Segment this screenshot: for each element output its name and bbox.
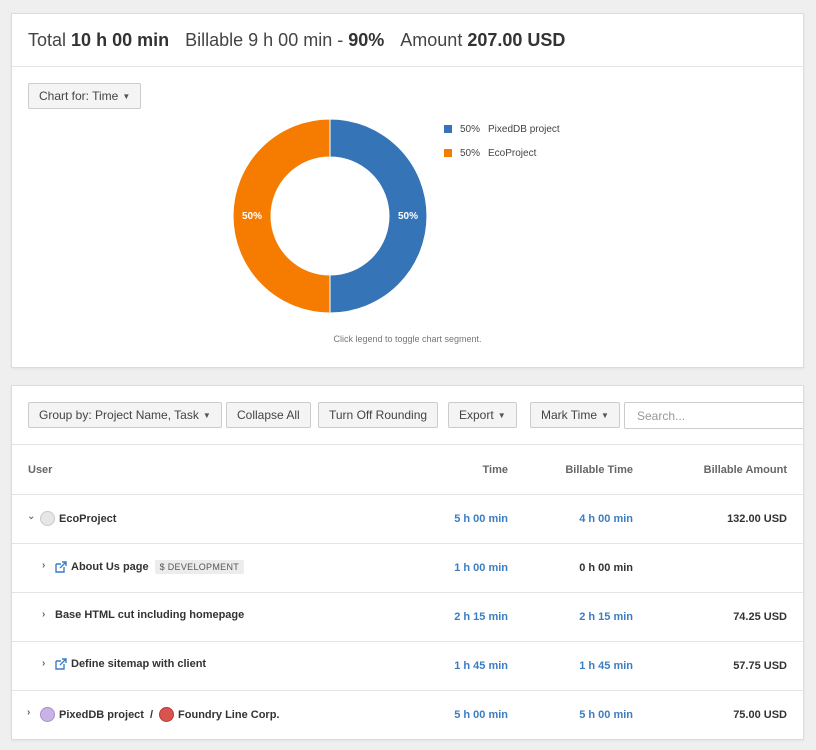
- amount-value: 207.00 USD: [467, 29, 566, 50]
- project-name-cell: EcoProject: [40, 511, 116, 526]
- total-label: Total: [28, 29, 67, 50]
- project-name: EcoProject: [59, 512, 117, 525]
- table-row[interactable]: › Base HTML cut including homepage 2 h 1…: [12, 593, 803, 642]
- chevron-down-icon: ▼: [497, 410, 506, 420]
- column-header-user[interactable]: User: [28, 464, 52, 476]
- amount-label: Amount: [400, 29, 463, 50]
- legend-label: PixedDB project: [488, 123, 560, 135]
- project-name: PixedDB project: [59, 708, 144, 721]
- billable-time-value[interactable]: 5 h 00 min: [579, 709, 633, 721]
- billable-amount-value: 74.25 USD: [733, 611, 787, 623]
- group-by-label: Group by: Project Name, Task: [39, 408, 199, 422]
- billable-amount-value: 75.00 USD: [733, 709, 787, 721]
- client-separator: /: [149, 708, 154, 721]
- legend-swatch: [444, 149, 452, 157]
- chevron-right-icon[interactable]: ›: [27, 707, 30, 718]
- billable-percent: 90%: [348, 29, 385, 50]
- task-name-cell: About Us page $ DEVELOPMENT: [55, 560, 245, 574]
- billable-time-value: 0 h 00 min: [579, 562, 633, 574]
- total-summary: Total 10 h 00 min: [28, 30, 169, 51]
- task-name: About Us page: [71, 561, 149, 573]
- billable-summary: Billable 9 h 00 min - 90%: [185, 30, 384, 51]
- external-link-icon[interactable]: [55, 658, 67, 670]
- report-toolbar: Group by: Project Name, Task ▼ Collapse …: [12, 386, 803, 445]
- group-by-dropdown[interactable]: Group by: Project Name, Task ▼: [28, 402, 222, 428]
- turn-off-rounding-button[interactable]: Turn Off Rounding: [318, 402, 439, 428]
- task-name-cell: Define sitemap with client: [55, 658, 206, 670]
- report-card: Group by: Project Name, Task ▼ Collapse …: [11, 385, 804, 740]
- chevron-down-icon[interactable]: ⌄: [27, 511, 35, 522]
- time-value[interactable]: 1 h 45 min: [454, 660, 508, 672]
- donut-slice-label: 50%: [242, 211, 262, 222]
- billable-separator: -: [337, 29, 344, 50]
- chevron-right-icon[interactable]: ›: [42, 560, 45, 571]
- project-icon: [40, 511, 55, 526]
- chart-for-dropdown[interactable]: Chart for: Time ▼: [28, 83, 142, 109]
- chevron-right-icon[interactable]: ›: [42, 609, 45, 620]
- legend-swatch: [444, 125, 452, 133]
- donut-chart: 50% 50%: [232, 118, 428, 314]
- chart-hint: Click legend to toggle chart segment.: [333, 334, 482, 344]
- client-icon: [159, 707, 175, 722]
- project-name-cell: PixedDB project / Foundry Line Corp.: [40, 707, 279, 722]
- chevron-right-icon[interactable]: ›: [42, 658, 45, 669]
- column-header-billable-amount[interactable]: Billable Amount: [704, 464, 787, 476]
- client-name: Foundry Line Corp.: [178, 708, 280, 721]
- billable-time-value[interactable]: 1 h 45 min: [579, 660, 633, 672]
- summary-header: Total 10 h 00 min Billable 9 h 00 min - …: [12, 14, 803, 67]
- chevron-down-icon: ▼: [122, 91, 131, 101]
- collapse-all-label: Collapse All: [237, 408, 300, 422]
- task-name: Define sitemap with client: [71, 658, 207, 670]
- task-name: Base HTML cut including homepage: [55, 609, 245, 621]
- chart-for-label: Chart for: Time: [39, 89, 119, 103]
- export-dropdown[interactable]: Export ▼: [448, 402, 517, 428]
- time-value[interactable]: 2 h 15 min: [454, 611, 508, 623]
- collapse-all-button[interactable]: Collapse All: [226, 402, 311, 428]
- mark-time-label: Mark Time: [541, 408, 598, 422]
- donut-slice-label: 50%: [398, 211, 418, 222]
- project-icon: [40, 707, 55, 722]
- development-tag: $ DEVELOPMENT: [154, 560, 245, 574]
- legend-item-ecoproject[interactable]: 50% EcoProject: [444, 147, 560, 159]
- table-row[interactable]: ⌄ EcoProject 5 h 00 min 4 h 00 min 132.0…: [12, 495, 803, 544]
- chevron-down-icon: ▼: [601, 410, 609, 420]
- rounding-label: Turn Off Rounding: [329, 408, 428, 422]
- table-row[interactable]: › PixedDB project / Foundry Line Corp. 5…: [12, 691, 803, 739]
- time-value[interactable]: 5 h 00 min: [454, 513, 508, 525]
- table-row[interactable]: › Define sitemap with client 1 h 45 min …: [12, 642, 803, 691]
- table-header: User Time Billable Time Billable Amount: [12, 445, 803, 495]
- amount-summary: Amount 207.00 USD: [400, 30, 565, 51]
- billable-time-value[interactable]: 2 h 15 min: [579, 611, 633, 623]
- legend-label: EcoProject: [488, 147, 537, 159]
- search-input[interactable]: [624, 402, 803, 429]
- time-value[interactable]: 1 h 00 min: [454, 562, 508, 574]
- legend-percent: 50%: [460, 147, 481, 159]
- legend-percent: 50%: [460, 123, 481, 135]
- billable-amount-value: 57.75 USD: [733, 660, 787, 672]
- export-label: Export: [459, 408, 494, 422]
- billable-label: Billable: [185, 29, 244, 50]
- billable-value: 9 h 00 min: [248, 29, 333, 50]
- billable-amount-value: 132.00 USD: [727, 513, 787, 525]
- column-header-billable-time[interactable]: Billable Time: [565, 464, 633, 476]
- billable-time-value[interactable]: 4 h 00 min: [579, 513, 633, 525]
- total-value: 10 h 00 min: [71, 29, 170, 50]
- chart-legend: 50% PixedDB project 50% EcoProject: [444, 123, 560, 171]
- legend-item-pixeddb[interactable]: 50% PixedDB project: [444, 123, 560, 135]
- task-name-cell: Base HTML cut including homepage: [55, 609, 244, 621]
- time-value[interactable]: 5 h 00 min: [454, 709, 508, 721]
- external-link-icon[interactable]: [55, 561, 67, 573]
- table-row[interactable]: › About Us page $ DEVELOPMENT 1 h 00 min…: [12, 544, 803, 593]
- column-header-time[interactable]: Time: [483, 464, 508, 476]
- mark-time-dropdown[interactable]: Mark Time ▼: [530, 402, 620, 428]
- chevron-down-icon: ▼: [202, 410, 211, 420]
- summary-card: Total 10 h 00 min Billable 9 h 00 min - …: [11, 13, 804, 368]
